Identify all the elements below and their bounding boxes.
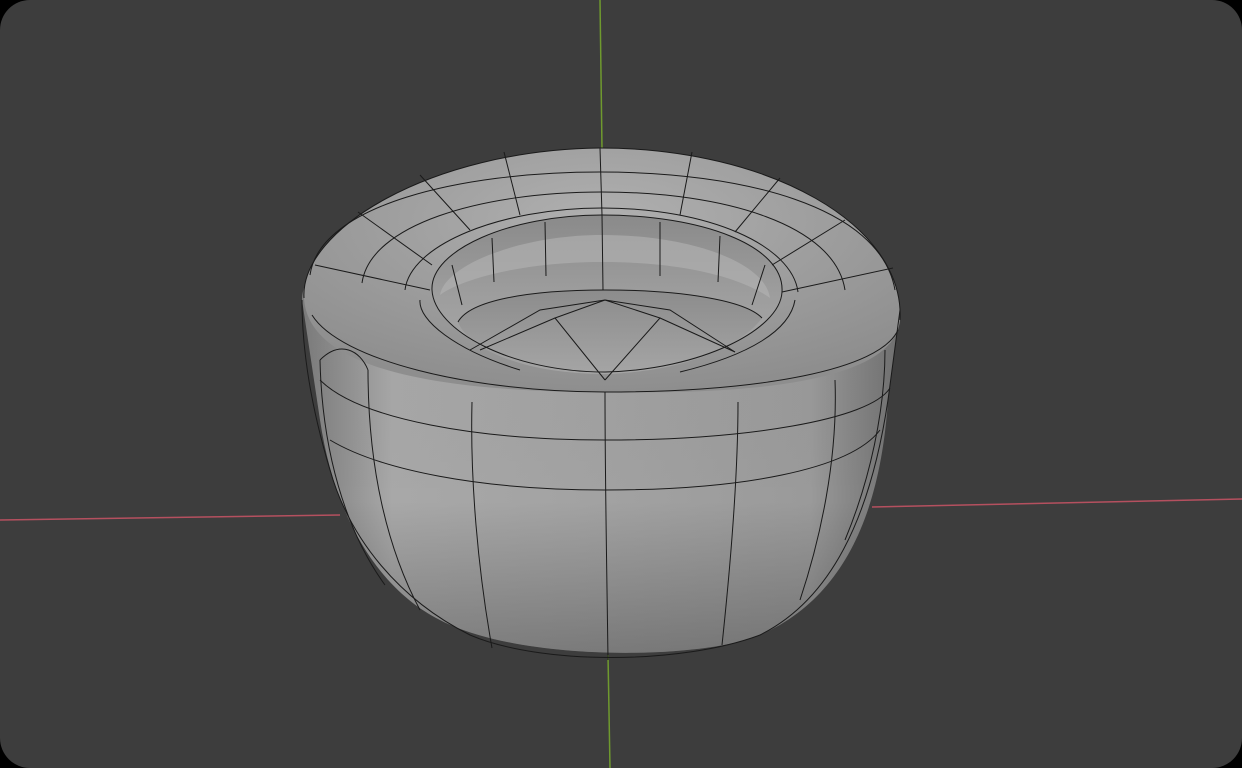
3d-viewport[interactable] xyxy=(0,0,1242,768)
cup-mesh-object[interactable] xyxy=(301,147,901,661)
viewport-canvas[interactable] xyxy=(0,0,1242,768)
